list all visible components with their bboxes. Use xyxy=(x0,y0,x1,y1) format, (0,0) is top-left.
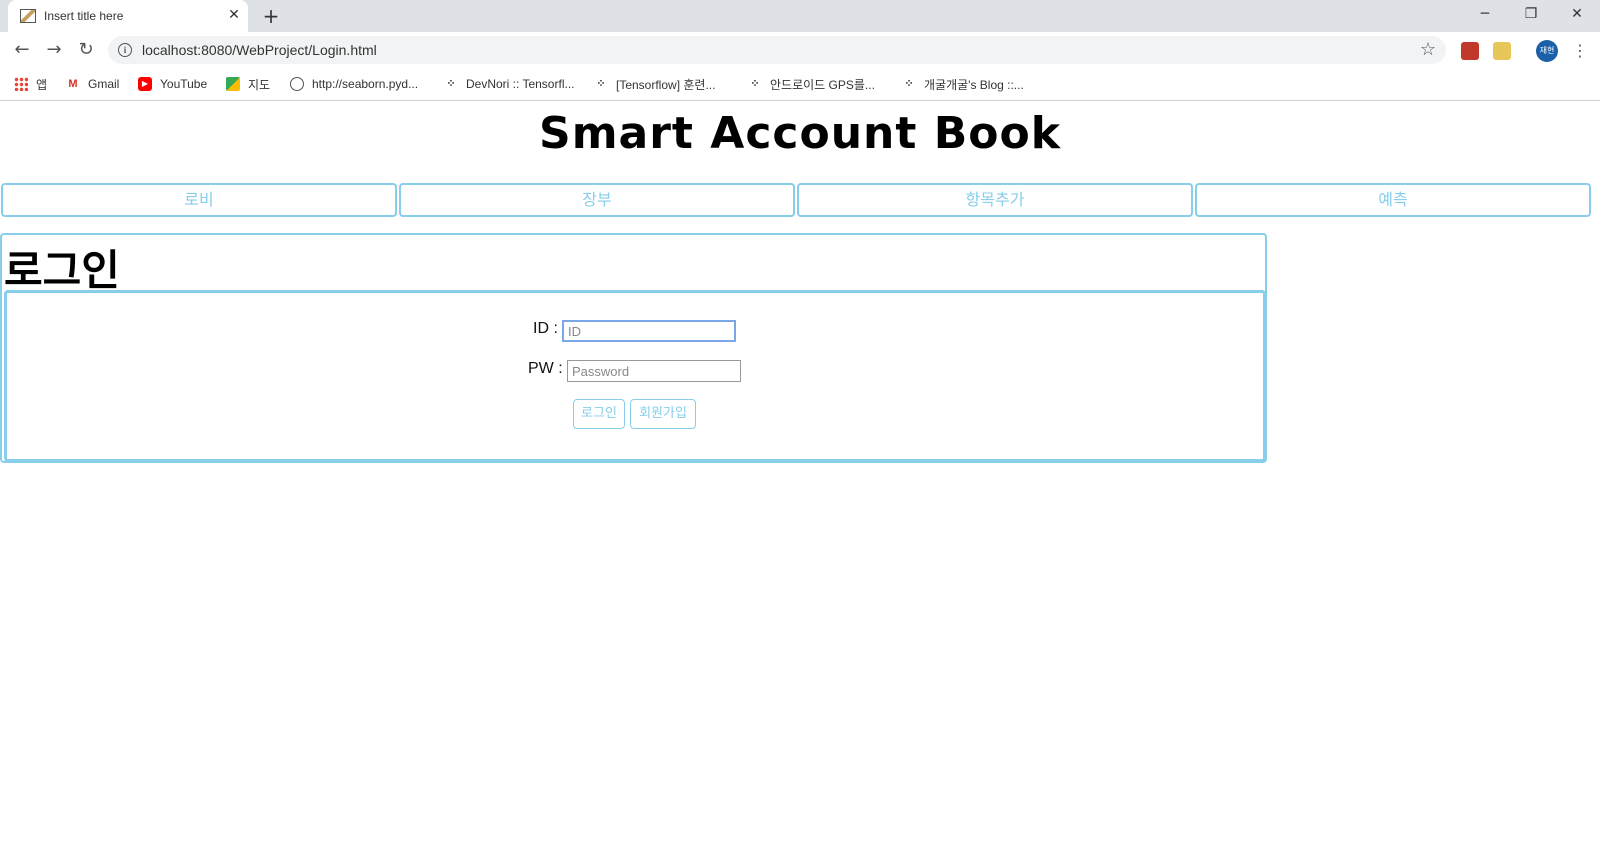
bookmark-label: YouTube xyxy=(160,77,208,91)
bookmark-label: [Tensorflow] 훈련... xyxy=(616,77,716,92)
signup-button[interactable]: 회원가입 xyxy=(630,399,696,429)
bookmark-label: 안드로이드 GPS를... xyxy=(770,77,875,92)
globe-icon xyxy=(290,77,304,91)
tistory-icon: ⁘ xyxy=(596,78,606,90)
bookmark-tensorflow[interactable]: ⁘ [Tensorflow] 훈련... xyxy=(594,75,715,93)
back-icon[interactable]: ← xyxy=(8,36,36,64)
bookmark-label: 앱 xyxy=(36,77,48,92)
bookmark-star-icon[interactable]: ☆ xyxy=(1420,39,1436,60)
maps-icon xyxy=(226,77,240,91)
forward-icon[interactable]: → xyxy=(40,36,68,64)
bookmark-gmail[interactable]: M Gmail xyxy=(66,75,119,93)
bookmark-blog[interactable]: ⁘ 개굴개굴's Blog ::... xyxy=(902,75,1024,93)
bookmark-label: DevNori :: Tensorfl... xyxy=(466,77,575,91)
youtube-icon: ▶ xyxy=(138,77,152,91)
tab-strip: Insert title here ✕ + ─ ❐ ✕ xyxy=(0,0,1600,32)
tistory-icon: ⁘ xyxy=(904,78,914,90)
login-button[interactable]: 로그인 xyxy=(573,399,625,429)
close-tab-icon[interactable]: ✕ xyxy=(226,7,242,23)
new-tab-button[interactable]: + xyxy=(260,5,282,27)
bookmark-apps[interactable]: 앱 xyxy=(14,75,47,93)
bookmark-youtube[interactable]: ▶ YouTube xyxy=(138,75,207,93)
site-title: Smart Account Book xyxy=(539,108,1061,159)
extension-icon[interactable] xyxy=(1461,42,1479,60)
apps-grid-icon xyxy=(14,77,28,91)
bookmark-label: Gmail xyxy=(88,77,120,91)
password-input[interactable] xyxy=(567,360,741,382)
tistory-icon: ⁘ xyxy=(750,78,760,90)
bookmark-maps[interactable]: 지도 xyxy=(226,75,270,93)
bookmark-label: 개굴개굴's Blog ::... xyxy=(924,77,1024,92)
tab-title: Insert title here xyxy=(44,9,124,23)
bookmark-label: 지도 xyxy=(248,77,271,92)
bookmarks-bar: 앱 M Gmail ▶ YouTube 지도 http://seaborn.py… xyxy=(0,68,1600,101)
bookmark-seaborn[interactable]: http://seaborn.pyd... xyxy=(290,75,418,93)
tistory-icon: ⁘ xyxy=(446,78,456,90)
menu-forecast[interactable]: 예측 xyxy=(1195,183,1591,217)
address-bar[interactable]: i localhost:8080/WebProject/Login.html ☆ xyxy=(108,36,1446,64)
browser-toolbar: ← → ↻ i localhost:8080/WebProject/Login.… xyxy=(0,32,1600,68)
close-window-icon[interactable]: ✕ xyxy=(1554,0,1600,28)
browser-menu-icon[interactable]: ⋮ xyxy=(1572,40,1588,62)
restore-icon[interactable]: ❐ xyxy=(1508,0,1554,28)
info-icon[interactable]: i xyxy=(118,43,132,57)
profile-avatar[interactable]: 재현 xyxy=(1536,40,1558,62)
browser-tab[interactable]: Insert title here ✕ xyxy=(8,0,248,32)
id-input[interactable] xyxy=(562,320,736,342)
bookmark-devnori[interactable]: ⁘ DevNori :: Tensorfl... xyxy=(444,75,574,93)
menu-add-item[interactable]: 항목추가 xyxy=(797,183,1193,217)
id-label: ID : xyxy=(533,320,558,337)
bookmark-android-gps[interactable]: ⁘ 안드로이드 GPS를... xyxy=(748,75,875,93)
pw-label: PW : xyxy=(528,360,563,377)
menu-ledger[interactable]: 장부 xyxy=(399,183,795,217)
page-favicon-icon xyxy=(20,9,36,23)
login-heading: 로그인 xyxy=(4,246,120,295)
extension-icon[interactable] xyxy=(1493,42,1511,60)
menu-lobby[interactable]: 로비 xyxy=(1,183,397,217)
bookmark-label: http://seaborn.pyd... xyxy=(312,77,419,91)
minimize-icon[interactable]: ─ xyxy=(1462,0,1508,28)
gmail-icon: M xyxy=(68,78,78,90)
url-text[interactable]: localhost:8080/WebProject/Login.html xyxy=(142,42,377,58)
reload-icon[interactable]: ↻ xyxy=(72,36,100,64)
